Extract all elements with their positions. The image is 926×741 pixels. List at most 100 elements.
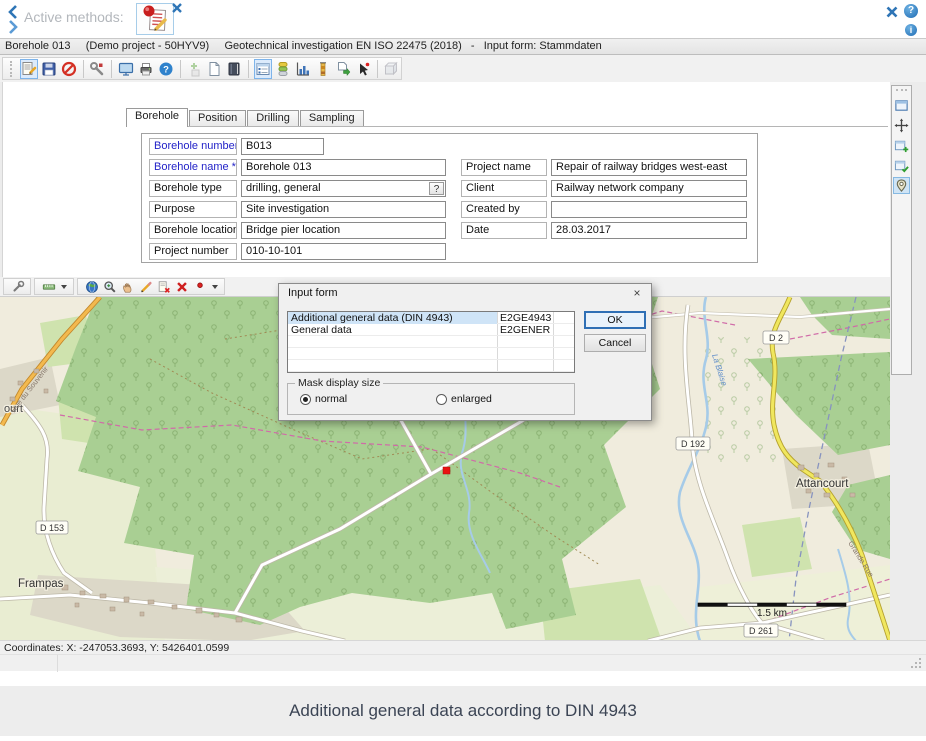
borehole-name-label: Borehole name *: [149, 159, 237, 176]
active-method-tile[interactable]: [136, 3, 174, 35]
radio-enlarged[interactable]: enlarged: [436, 393, 492, 405]
ruler-icon[interactable]: [41, 279, 57, 295]
panel-close-icon[interactable]: [886, 6, 898, 18]
draw-pencil-icon[interactable]: [138, 279, 154, 295]
borehole-type-lookup-button[interactable]: ?: [429, 182, 444, 195]
document-title-bar: Borehole 013 (Demo project - 50HYV9) Geo…: [0, 38, 926, 55]
toolbar-grip[interactable]: [10, 61, 14, 77]
map-toolbar-segment: [77, 278, 225, 295]
list-empty-row: [288, 336, 574, 348]
borehole-name-input[interactable]: Borehole 013: [241, 159, 446, 176]
borehole-location-input[interactable]: Bridge pier location: [241, 222, 446, 239]
tab-sampling[interactable]: Sampling: [300, 110, 364, 127]
zoom-icon[interactable]: [102, 279, 118, 295]
grid-3d-icon[interactable]: [382, 59, 400, 79]
borehole-number-input[interactable]: B013: [241, 138, 324, 155]
borehole-location-label: Borehole location: [149, 222, 237, 239]
print-icon[interactable]: [137, 59, 155, 79]
caption-band: Additional general data according to DIN…: [0, 686, 926, 736]
tab-drilling[interactable]: Drilling: [247, 110, 299, 127]
wrench-icon[interactable]: [10, 279, 26, 295]
toolbar-grip[interactable]: [896, 89, 907, 94]
marker-dot-icon[interactable]: [192, 279, 208, 295]
project-number-label: Project number: [149, 243, 237, 260]
list-empty-row: [288, 348, 574, 360]
map-toolbar-segment: [3, 278, 31, 295]
toolbar-separator: [111, 60, 112, 78]
tab-position[interactable]: Position: [189, 110, 246, 127]
help-icon[interactable]: ?: [904, 4, 918, 18]
main-toolbar: ?: [2, 57, 402, 80]
ok-button[interactable]: OK: [584, 311, 646, 329]
dialog-close-icon[interactable]: ×: [630, 286, 644, 300]
dialog-title: Input form: [279, 284, 651, 302]
tab-page-border: [126, 126, 888, 127]
marker-dropdown-caret[interactable]: [212, 285, 218, 289]
borehole-type-label: Borehole type: [149, 180, 237, 197]
tab-borehole[interactable]: Borehole: [126, 108, 188, 127]
tools-icon[interactable]: [88, 59, 106, 79]
date-input[interactable]: 28.03.2017: [551, 222, 747, 239]
profile-stack-icon[interactable]: [274, 59, 292, 79]
form-tabstrip: Borehole Position Drilling Sampling: [126, 109, 365, 127]
export-document-icon[interactable]: [334, 59, 352, 79]
borehole-number-label: Borehole number *: [149, 138, 237, 155]
radio-normal-circle[interactable]: [300, 394, 311, 405]
save-icon[interactable]: [40, 59, 58, 79]
panel-apply-icon[interactable]: [893, 157, 910, 174]
ruler-dropdown-caret[interactable]: [61, 285, 67, 289]
list-item-general-data[interactable]: General data E2GENER: [288, 324, 574, 336]
move-icon[interactable]: [893, 117, 910, 134]
panel-add-icon[interactable]: [893, 137, 910, 154]
active-methods-label: Active methods:: [24, 9, 124, 25]
mask-display-size-label: Mask display size: [295, 377, 383, 389]
radio-normal[interactable]: normal: [300, 393, 347, 405]
delete-icon[interactable]: [174, 279, 190, 295]
svg-text:D 153: D 153: [40, 523, 64, 533]
pan-hand-icon[interactable]: [120, 279, 136, 295]
data-list-icon[interactable]: [254, 59, 272, 79]
panel-layout-icon[interactable]: [893, 97, 910, 114]
toolbar-row: ?: [0, 55, 926, 82]
globe-icon[interactable]: [84, 279, 100, 295]
caption-text: Additional general data according to DIN…: [0, 686, 926, 736]
radio-enlarged-circle[interactable]: [436, 394, 447, 405]
borehole-type-input[interactable]: drilling, general: [241, 180, 446, 197]
pointer-icon[interactable]: [354, 59, 372, 79]
cancel-icon[interactable]: [60, 59, 78, 79]
borehole-log-icon[interactable]: [314, 59, 332, 79]
new-entry-icon[interactable]: [185, 59, 203, 79]
collapse-chevrons-icon[interactable]: [6, 4, 20, 34]
svg-text:Frampas: Frampas: [18, 578, 64, 590]
status-bar-secondary: [0, 654, 926, 671]
application-window: Active methods: ? i Borehole 013 (De: [0, 0, 926, 741]
field-group-box: Borehole number * B013 Borehole name * B…: [141, 133, 758, 263]
archive-book-icon[interactable]: [225, 59, 243, 79]
borehole-marker[interactable]: [443, 467, 450, 474]
project-name-input[interactable]: Repair of railway bridges west-east: [551, 159, 747, 176]
edit-form-icon[interactable]: [20, 59, 38, 79]
toolbar-separator: [377, 60, 378, 78]
svg-text:D 261: D 261: [749, 626, 773, 636]
info-icon[interactable]: i: [905, 24, 917, 36]
list-item-additional-general-data[interactable]: Additional general data (DIN 4943) E2GE4…: [288, 312, 574, 324]
bar-chart-icon[interactable]: [294, 59, 312, 79]
screen-icon[interactable]: [117, 59, 135, 79]
purpose-input[interactable]: Site investigation: [241, 201, 446, 218]
created-by-input[interactable]: [551, 201, 747, 218]
document-icon[interactable]: [205, 59, 223, 79]
help-icon[interactable]: ?: [157, 59, 175, 79]
svg-text:D 2: D 2: [769, 333, 783, 343]
input-form-dialog: Input form × Additional general data (DI…: [278, 283, 652, 421]
cancel-button[interactable]: Cancel: [584, 334, 646, 352]
project-number-input[interactable]: 010-10-101: [241, 243, 446, 260]
coordinates-status-bar: Coordinates: X: -247053.3693, Y: 5426401…: [0, 640, 926, 654]
location-pin-icon[interactable]: [893, 177, 910, 194]
client-input[interactable]: Railway network company: [551, 180, 747, 197]
svg-text:D 192: D 192: [681, 439, 705, 449]
method-close-icon[interactable]: [172, 3, 182, 13]
edit-annotation-icon[interactable]: [156, 279, 172, 295]
resize-grip-icon[interactable]: [910, 657, 922, 669]
form-list[interactable]: Additional general data (DIN 4943) E2GE4…: [287, 311, 575, 373]
stammdaten-method-icon: [137, 4, 173, 34]
